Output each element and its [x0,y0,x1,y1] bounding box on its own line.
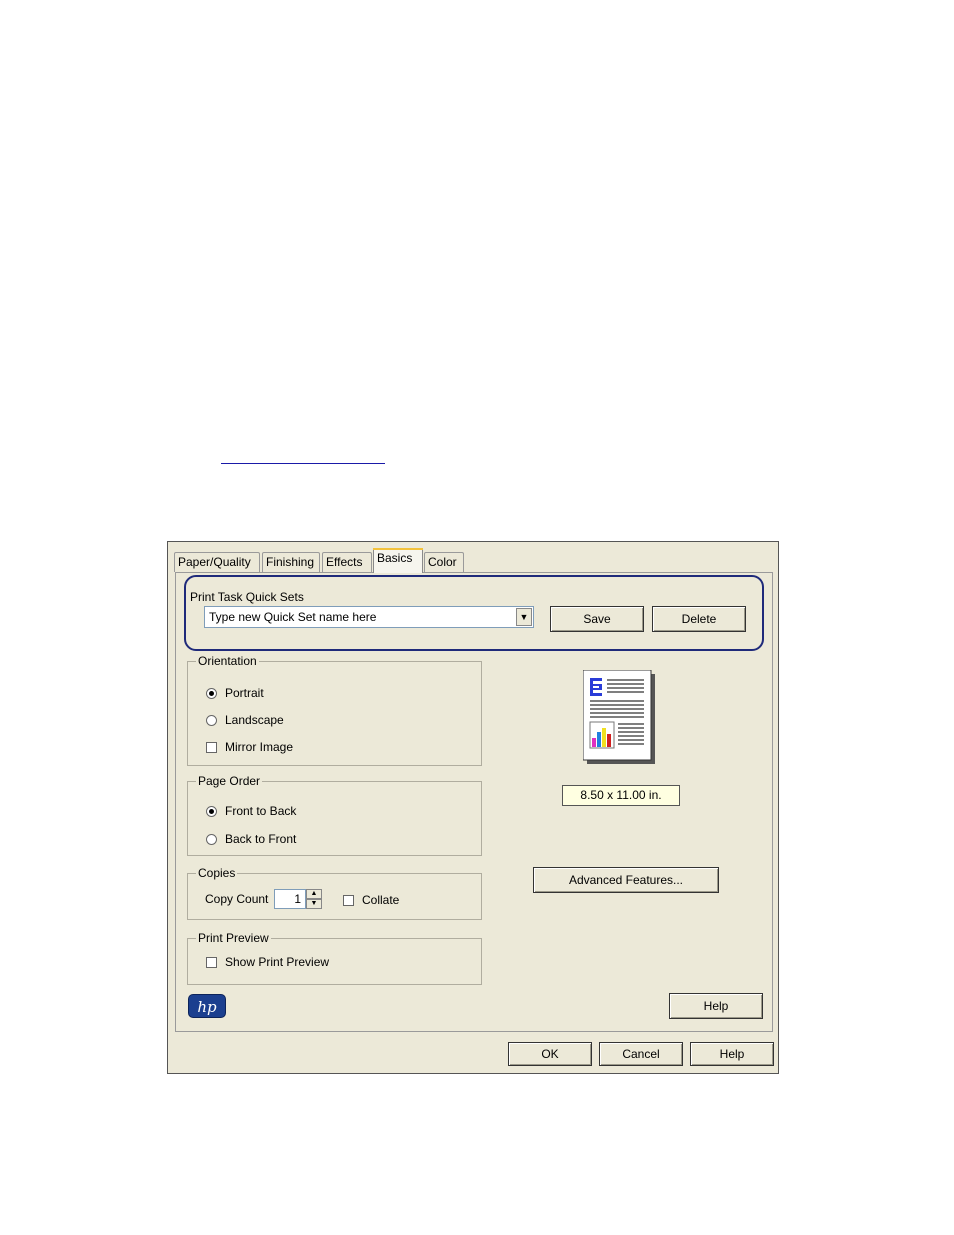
back-to-front-label: Back to Front [225,832,297,846]
hp-logo: hp [188,994,226,1018]
help-button[interactable]: Help [690,1042,774,1066]
copies-group: Copies Copy Count 1 ▲ ▼ Collate [187,866,482,920]
radio-selected-icon[interactable] [206,806,217,817]
ok-button[interactable]: OK [508,1042,592,1066]
advanced-features-button[interactable]: Advanced Features... [533,867,719,893]
page-preview-icon [582,669,657,765]
orientation-group: Orientation Portrait Landscape Mirror Im… [187,654,482,766]
collate-checkbox[interactable]: Collate [343,893,399,907]
copy-count-label: Copy Count [205,892,269,906]
save-button[interactable]: Save [550,606,644,632]
copies-legend: Copies [196,866,238,880]
portrait-radio[interactable]: Portrait [206,686,264,700]
basics-panel: Print Task Quick Sets Type new Quick Set… [175,572,773,1032]
paper-size-label: 8.50 x 11.00 in. [562,785,680,806]
show-print-preview-label: Show Print Preview [225,955,330,969]
printer-properties-dialog: Paper/Quality Finishing Effects Basics C… [167,541,779,1074]
radio-icon[interactable] [206,834,217,845]
tab-color[interactable]: Color [424,552,464,572]
orientation-legend: Orientation [196,654,259,668]
underline-link[interactable] [221,463,385,464]
quick-set-combo-value: Type new Quick Set name here [209,610,377,624]
spin-up-icon[interactable]: ▲ [306,889,322,899]
back-to-front-radio[interactable]: Back to Front [206,832,296,846]
portrait-label: Portrait [225,686,264,700]
print-preview-legend: Print Preview [196,931,271,945]
mirror-image-label: Mirror Image [225,740,294,754]
tab-effects[interactable]: Effects [322,552,372,572]
tab-finishing[interactable]: Finishing [262,552,320,572]
delete-button[interactable]: Delete [652,606,746,632]
checkbox-icon[interactable] [343,895,354,906]
radio-icon[interactable] [206,715,217,726]
help-button-inner[interactable]: Help [669,993,763,1019]
print-preview-group: Print Preview Show Print Preview [187,931,482,985]
page-order-legend: Page Order [196,774,263,788]
front-to-back-radio[interactable]: Front to Back [206,804,296,818]
landscape-label: Landscape [225,713,284,727]
landscape-radio[interactable]: Landscape [206,713,284,727]
checkbox-icon[interactable] [206,742,217,753]
chevron-down-icon[interactable]: ▼ [516,608,532,626]
front-to-back-label: Front to Back [225,804,297,818]
tab-basics[interactable]: Basics [373,548,423,573]
radio-selected-icon[interactable] [206,688,217,699]
mirror-image-checkbox[interactable]: Mirror Image [206,740,293,754]
quick-set-name-combo[interactable]: Type new Quick Set name here ▼ [204,606,534,628]
collate-label: Collate [362,893,400,907]
spin-down-icon[interactable]: ▼ [306,899,322,909]
tab-paper-quality[interactable]: Paper/Quality [174,552,260,572]
show-print-preview-checkbox[interactable]: Show Print Preview [206,955,329,969]
page-order-group: Page Order Front to Back Back to Front [187,774,482,856]
checkbox-icon[interactable] [206,957,217,968]
copy-count-input[interactable]: 1 [274,889,306,909]
cancel-button[interactable]: Cancel [599,1042,683,1066]
